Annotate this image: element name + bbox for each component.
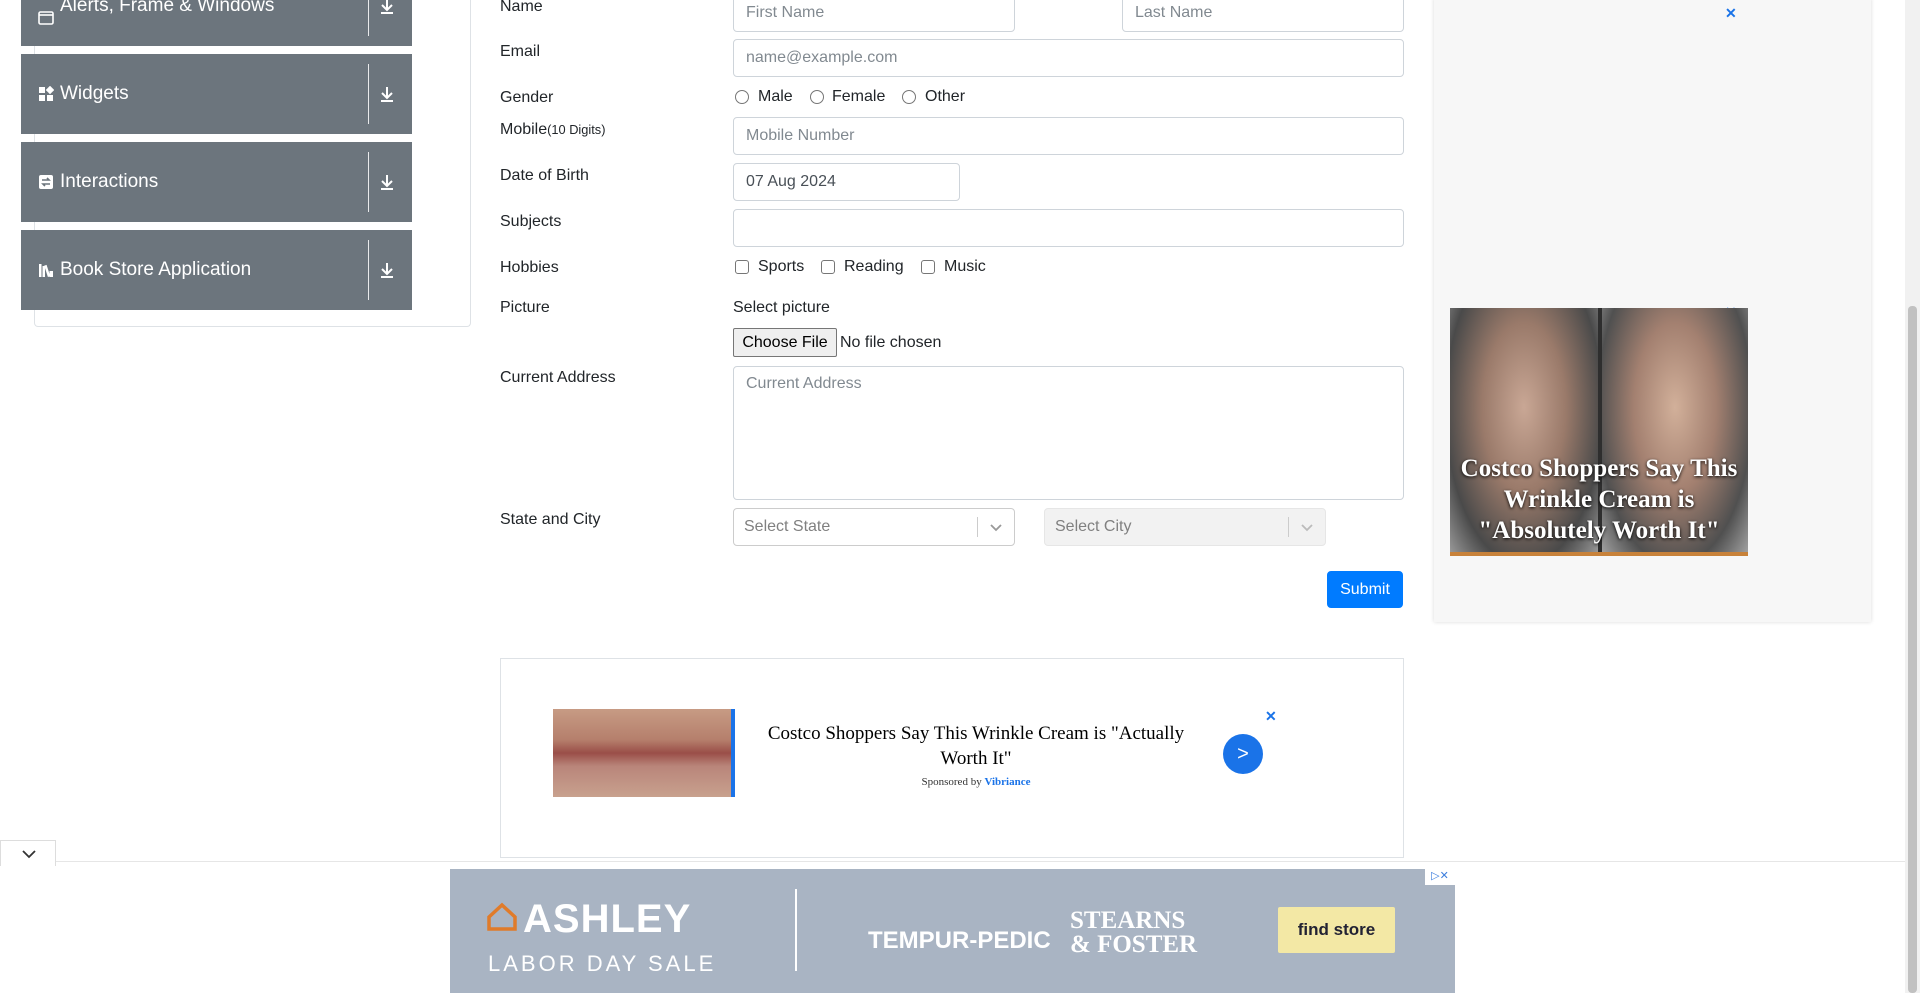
- hobby-sports-label[interactable]: Sports: [758, 258, 804, 276]
- middle-ad-title[interactable]: Costco Shoppers Say This Wrinkle Cream i…: [746, 721, 1206, 771]
- page-scrollbar[interactable]: [1905, 0, 1920, 993]
- divider: [795, 889, 797, 971]
- subjects-label: Subjects: [500, 213, 562, 230]
- find-store-button[interactable]: find store: [1278, 907, 1395, 953]
- hobby-music-label[interactable]: Music: [944, 258, 986, 276]
- middle-ad-panel[interactable]: Costco Shoppers Say This Wrinkle Cream i…: [500, 658, 1404, 858]
- stearns-line2: & FOSTER: [1070, 931, 1198, 958]
- ad-choices-icon[interactable]: ▷✕: [1425, 869, 1455, 885]
- nav-group-interactions[interactable]: Interactions: [21, 142, 412, 222]
- banner-partner-stearns: STEARNS & FOSTER: [1070, 907, 1198, 958]
- nav-group-alerts-frame-windows[interactable]: Alerts, Frame & Windows: [21, 0, 412, 46]
- current-address-label: Current Address: [500, 369, 616, 386]
- mobile-label-text: Mobile: [500, 121, 548, 138]
- close-icon[interactable]: ✕: [1265, 708, 1277, 725]
- hobby-sports-checkbox[interactable]: [735, 260, 749, 274]
- right-ad-image[interactable]: Costco Shoppers Say This Wrinkle Cream i…: [1450, 308, 1748, 556]
- picture-label: Picture: [500, 299, 550, 316]
- gender-female-label[interactable]: Female: [832, 88, 885, 106]
- divider: [368, 0, 369, 36]
- right-ad-headline: Costco Shoppers Say This Wrinkle Cream i…: [1460, 455, 1738, 544]
- mobile-input[interactable]: [733, 117, 1404, 155]
- download-icon[interactable]: [377, 260, 397, 280]
- gender-other-radio[interactable]: [902, 90, 916, 104]
- banner-partner-tempur: TEMPUR-PEDIC: [868, 927, 1051, 954]
- state-placeholder: Select State: [744, 518, 831, 535]
- nav-group-label: Book Store Application: [60, 259, 252, 280]
- house-icon: [487, 902, 517, 931]
- divider: [368, 64, 369, 124]
- email-label: Email: [500, 43, 541, 60]
- email-input[interactable]: [733, 39, 1404, 77]
- sponsor-name[interactable]: Vibriance: [984, 776, 1030, 788]
- gender-other-label[interactable]: Other: [925, 88, 965, 106]
- middle-ad-sponsor: Sponsored by Vibriance: [746, 776, 1206, 788]
- city-select[interactable]: Select City: [1044, 508, 1326, 546]
- nav-group-label: Alerts, Frame & Windows: [60, 0, 275, 16]
- gender-label: Gender: [500, 89, 554, 106]
- close-icon[interactable]: ✕: [1725, 5, 1737, 22]
- current-address-textarea[interactable]: [733, 366, 1404, 500]
- first-name-input[interactable]: [733, 0, 1015, 32]
- scrollbar-thumb[interactable]: [1908, 306, 1917, 993]
- city-placeholder: Select City: [1055, 518, 1132, 535]
- download-icon[interactable]: [377, 0, 397, 16]
- gender-female-radio[interactable]: [810, 90, 824, 104]
- sponsored-by-text: Sponsored by: [921, 776, 982, 788]
- dob-input[interactable]: [733, 163, 960, 201]
- last-name-input[interactable]: [1122, 0, 1404, 32]
- state-city-label: State and City: [500, 511, 601, 528]
- hobby-music-checkbox[interactable]: [921, 260, 935, 274]
- collapse-ad-tab[interactable]: [0, 840, 56, 866]
- download-icon[interactable]: [377, 84, 397, 104]
- mobile-hint: (10 Digits): [547, 122, 606, 137]
- nav-group-label: Interactions: [60, 171, 159, 192]
- gender-male-radio[interactable]: [735, 90, 749, 104]
- ad-lips-image: [553, 709, 735, 797]
- books-icon: [39, 264, 53, 278]
- download-icon[interactable]: [377, 172, 397, 192]
- chevron-down-icon: [990, 524, 1002, 532]
- ad-accent-bar: [1450, 552, 1748, 556]
- widgets-icon: [39, 86, 54, 101]
- stearns-line1: STEARNS: [1070, 907, 1186, 934]
- nav-group-book-store[interactable]: Book Store Application: [21, 230, 412, 310]
- no-file-text: No file chosen: [840, 334, 942, 351]
- divider: [368, 240, 369, 300]
- nav-group-label: Widgets: [60, 83, 129, 104]
- hobby-reading-label[interactable]: Reading: [844, 258, 904, 276]
- subjects-input[interactable]: [733, 209, 1404, 247]
- mobile-label: Mobile(10 Digits): [500, 121, 605, 139]
- chevron-down-icon: [22, 850, 36, 859]
- divider: [1288, 517, 1289, 537]
- nav-group-widgets[interactable]: Widgets: [21, 54, 412, 134]
- divider: [977, 517, 978, 537]
- chevron-down-icon: [1301, 524, 1313, 532]
- window-icon: [38, 11, 54, 25]
- state-select[interactable]: Select State: [733, 508, 1015, 546]
- ashley-banner-ad[interactable]: ASHLEY LABOR DAY SALE TEMPUR-PEDIC STEAR…: [450, 869, 1455, 993]
- picture-caption: Select picture: [733, 299, 830, 316]
- banner-brand: ASHLEY: [523, 897, 692, 941]
- gender-male-label[interactable]: Male: [758, 88, 793, 106]
- banner-sale: LABOR DAY SALE: [488, 951, 717, 976]
- ad-go-button[interactable]: >: [1223, 734, 1263, 774]
- hobbies-label: Hobbies: [500, 259, 559, 276]
- choose-file-button[interactable]: Choose File: [733, 328, 837, 357]
- dob-label: Date of Birth: [500, 167, 589, 184]
- divider: [368, 152, 369, 212]
- submit-button[interactable]: Submit: [1327, 571, 1403, 608]
- hobby-reading-checkbox[interactable]: [821, 260, 835, 274]
- name-label: Name: [500, 0, 543, 15]
- interactions-icon: [39, 175, 53, 189]
